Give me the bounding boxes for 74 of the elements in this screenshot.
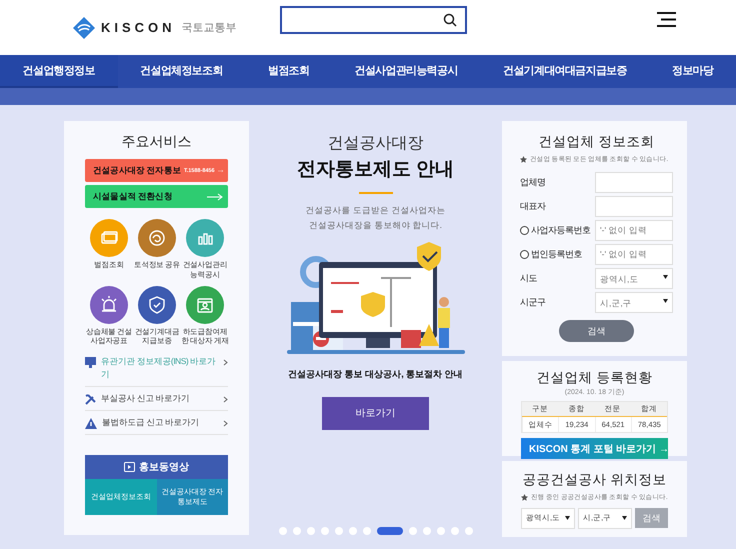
swirl-icon	[147, 228, 167, 248]
tools-icon	[85, 394, 96, 404]
select-field[interactable]: 광역시,도	[595, 268, 673, 289]
nav-tab[interactable]: 건설업체정보조회	[118, 55, 246, 88]
arrow-icon	[207, 192, 223, 200]
radio-button[interactable]	[520, 226, 529, 235]
ministry-name: 국토교통부	[182, 21, 237, 35]
notice-subtitle: 건설공사대장	[328, 134, 424, 154]
shortcut-link[interactable]: 부실공사 신고 바로가기	[101, 392, 218, 404]
star-icon	[521, 494, 528, 501]
search-button[interactable]: 검색	[559, 320, 634, 342]
caret-icon	[622, 516, 627, 520]
monitor-icon	[85, 357, 96, 368]
select-field[interactable]: 시,군,구	[595, 292, 673, 313]
field-label: 법인등록번호	[531, 248, 582, 261]
shield-check-icon	[147, 295, 167, 314]
radio-button[interactable]	[520, 250, 529, 259]
field-label: 업체명	[520, 176, 546, 189]
carousel-dot[interactable]	[278, 527, 286, 535]
nav-tab[interactable]: 벌점조회	[245, 55, 332, 88]
nav-tab[interactable]: 정보마당	[649, 55, 736, 88]
carousel-dot[interactable]	[464, 527, 472, 535]
menu-icon[interactable]	[657, 12, 676, 27]
search-field[interactable]	[280, 6, 467, 34]
service-circle[interactable]	[138, 219, 176, 257]
notice-caption: 건설공사대장 통보 대상공사, 통보절차 안내	[288, 368, 463, 381]
carousel-dot[interactable]	[306, 527, 314, 535]
warning-icon	[85, 418, 97, 428]
chevron-icon	[223, 420, 228, 426]
carousel-dot[interactable]	[422, 527, 430, 535]
text-field[interactable]: '-' 없이 입력	[595, 220, 673, 241]
chevron-icon	[223, 359, 228, 366]
carousel-dot[interactable]	[362, 527, 370, 535]
video-title: 홍보동영상	[139, 461, 189, 474]
play-icon	[124, 462, 135, 472]
service-circle[interactable]	[186, 219, 224, 257]
shortcut-link[interactable]: 불법하도급 신고 바로가기	[102, 416, 218, 428]
service-circle[interactable]	[90, 286, 128, 324]
text-field[interactable]	[595, 196, 673, 217]
caret-icon	[565, 516, 570, 520]
notice-headline: 전자통보제도 안내	[296, 158, 454, 182]
carousel-dot[interactable]	[348, 527, 356, 535]
logo-text[interactable]: KISCON	[101, 20, 176, 35]
carousel-dot[interactable]	[408, 527, 416, 535]
text-field[interactable]: '-' 없이 입력	[595, 244, 673, 265]
siren-icon	[99, 295, 119, 314]
panel-title: 건설업체 정보조회	[538, 133, 656, 151]
service-circle[interactable]	[138, 286, 176, 324]
caret-icon	[663, 299, 668, 304]
star-icon	[520, 156, 527, 163]
kiscon-logo-icon	[73, 16, 95, 38]
field-label: 시군구	[520, 296, 546, 309]
notice-description: 건설공사를 도급받은 건설사업자는 건설공사대장을 통보해야 합니다.	[306, 204, 446, 232]
nav-tab[interactable]: 건설업행정정보	[0, 55, 118, 88]
chevron-icon	[223, 396, 228, 402]
panel-title: 공공건설공사 위치정보	[522, 471, 668, 489]
nav-tab[interactable]: 건설기계대여대금지급보증	[480, 55, 650, 88]
text-field[interactable]	[595, 172, 673, 193]
caret-icon	[663, 275, 668, 280]
nav-tab[interactable]: 건설사업관리능력공시	[332, 55, 480, 88]
carousel-dot[interactable]	[292, 527, 300, 535]
panel-title: 주요서비스	[122, 133, 192, 151]
field-label: 사업자등록번호	[531, 224, 590, 237]
go-button[interactable]: 바로가기	[322, 396, 429, 430]
field-label: 대표자	[520, 200, 546, 213]
panel-title: 건설업체 등록현황	[536, 369, 654, 387]
service-circle[interactable]	[186, 286, 224, 324]
carousel-dot[interactable]	[436, 527, 444, 535]
service-banner[interactable]: 시설물실적 전환신청	[85, 185, 228, 208]
carousel-dot[interactable]	[320, 527, 328, 535]
carousel-dot[interactable]	[334, 527, 342, 535]
search-icon	[443, 12, 457, 26]
carousel-dot[interactable]	[450, 527, 458, 535]
field-label: 시도	[520, 272, 537, 285]
